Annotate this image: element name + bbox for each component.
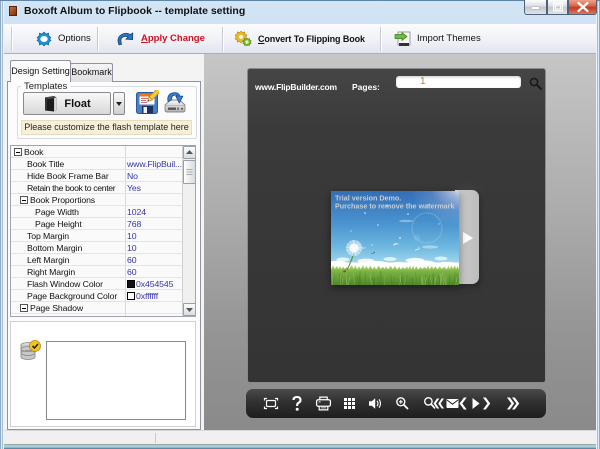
svg-text:Purchase to remove the waterma: Purchase to remove the watermark — [335, 202, 454, 211]
